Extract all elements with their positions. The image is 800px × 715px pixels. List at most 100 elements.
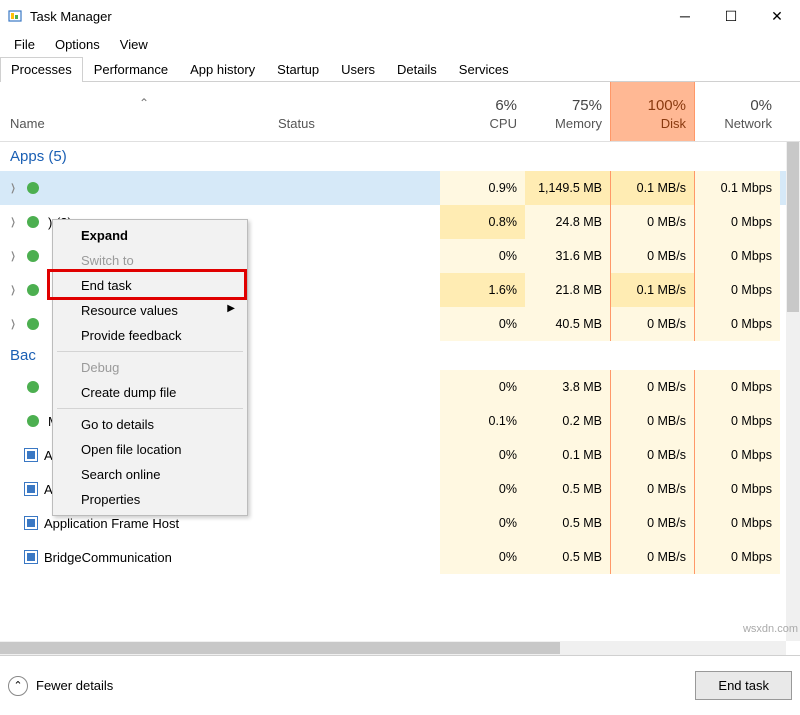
expand-chevron-icon[interactable]: ❯ [9,251,17,262]
expand-chevron-icon[interactable]: ❯ [9,285,17,296]
ctx-open-file-location[interactable]: Open file location [55,437,245,462]
vertical-scrollbar[interactable] [786,142,800,641]
metric-cell: 0.8% [440,205,525,239]
chevron-up-icon: ⌃ [8,676,28,696]
footer: ⌃ Fewer details End task [0,655,800,715]
disk-percent: 100% [611,97,686,114]
tab-app-history[interactable]: App history [179,57,266,82]
ctx-create-dump-file[interactable]: Create dump file [55,380,245,405]
expand-chevron-icon[interactable]: ❯ [9,319,17,330]
network-percent: 0% [695,97,772,114]
metric-cell: 0.1 MB [525,438,610,472]
metric-cell: 0.5 MB [525,506,610,540]
metric-cell: 0% [440,438,525,472]
maximize-button[interactable]: ☐ [708,0,754,32]
metric-cell: 0 MB/s [610,239,695,273]
network-label: Network [695,116,772,131]
tab-processes[interactable]: Processes [0,57,83,82]
column-disk[interactable]: 100%Disk [610,82,695,141]
horizontal-scrollbar[interactable] [0,641,786,655]
app-icon [24,281,42,299]
cpu-label: CPU [440,116,517,131]
ctx-expand[interactable]: Expand [55,223,245,248]
metric-cell: 0.9% [440,171,525,205]
process-row[interactable]: ❯0.9%1,149.5 MB0.1 MB/s0.1 Mbps [0,171,786,205]
metric-cell: 0.5 MB [525,472,610,506]
tab-users[interactable]: Users [330,57,386,82]
close-button[interactable]: ✕ [754,0,800,32]
metric-cell: 0 MB/s [610,404,695,438]
horizontal-scroll-thumb[interactable] [0,642,560,654]
column-memory[interactable]: 75%Memory [525,82,610,141]
fewer-details-label: Fewer details [36,678,113,693]
column-name[interactable]: ⌃ Name [0,82,278,141]
app-icon [24,213,42,231]
column-network[interactable]: 0% Network [695,82,780,141]
submenu-arrow-icon: ▶ [227,303,235,314]
vertical-scroll-thumb[interactable] [787,142,799,312]
metric-cell: 0 Mbps [695,205,780,239]
section-apps: Apps (5) [0,142,786,171]
menu-options[interactable]: Options [45,35,110,54]
menu-view[interactable]: View [110,35,158,54]
ctx-resource-values[interactable]: Resource values▶ [55,298,245,323]
ctx-properties[interactable]: Properties [55,487,245,512]
grid-header: ⌃ Name Status 6% CPU 75%Memory 100%Disk 0… [0,82,800,142]
app-icon [24,179,42,197]
process-name: Application Frame Host [44,516,179,531]
service-icon [24,482,38,496]
metric-cell: 0 MB/s [610,506,695,540]
fewer-details-button[interactable]: ⌃ Fewer details [8,676,113,696]
app-icon [24,315,42,333]
column-name-label: Name [10,116,278,131]
process-name: BridgeCommunication [44,550,172,565]
metric-cell: 0.2 MB [525,404,610,438]
metric-cell: 0 Mbps [695,472,780,506]
metric-cell: 21.8 MB [525,273,610,307]
ctx-switch-to: Switch to [55,248,245,273]
tabstrip: Processes Performance App history Startu… [0,56,800,82]
metric-cell: 0% [440,472,525,506]
column-status-label: Status [278,116,315,131]
metric-cell: 0 MB/s [610,438,695,472]
app-icon [6,7,24,25]
metric-cell: 0 Mbps [695,239,780,273]
expand-chevron-icon[interactable]: ❯ [9,183,17,194]
ctx-end-task[interactable]: End task [55,273,245,298]
metric-cell: 0.1 Mbps [695,171,780,205]
ctx-provide-feedback[interactable]: Provide feedback [55,323,245,348]
service-icon [24,550,38,564]
metric-cell: 40.5 MB [525,307,610,341]
app-icon [24,247,42,265]
ctx-go-to-details[interactable]: Go to details [55,412,245,437]
tab-performance[interactable]: Performance [83,57,179,82]
minimize-button[interactable]: ─ [662,0,708,32]
cpu-percent: 6% [440,97,517,114]
window-title: Task Manager [30,9,662,24]
column-cpu[interactable]: 6% CPU [440,82,525,141]
memory-percent: 75% [525,97,602,114]
column-status[interactable]: Status [278,82,440,141]
metric-cell: 0% [440,506,525,540]
menu-file[interactable]: File [4,35,45,54]
metric-cell: 0% [440,370,525,404]
expand-chevron-icon[interactable]: ❯ [9,217,17,228]
metric-cell: 0 Mbps [695,307,780,341]
metric-cell: 0 Mbps [695,273,780,307]
ctx-search-online[interactable]: Search online [55,462,245,487]
tab-services[interactable]: Services [448,57,520,82]
metric-cell: 0.5 MB [525,540,610,574]
metric-cell: 0 MB/s [610,540,695,574]
metric-cell: 0.1 MB/s [610,171,695,205]
service-icon [24,448,38,462]
metric-cell: 24.8 MB [525,205,610,239]
tab-startup[interactable]: Startup [266,57,330,82]
end-task-button[interactable]: End task [695,671,792,700]
metric-cell: 0.1% [440,404,525,438]
menu-separator [57,351,243,352]
metric-cell: 31.6 MB [525,239,610,273]
app-icon [24,412,42,430]
tab-details[interactable]: Details [386,57,448,82]
process-row[interactable]: BridgeCommunication0%0.5 MB0 MB/s0 Mbps [0,540,786,574]
metric-cell: 0 MB/s [610,370,695,404]
